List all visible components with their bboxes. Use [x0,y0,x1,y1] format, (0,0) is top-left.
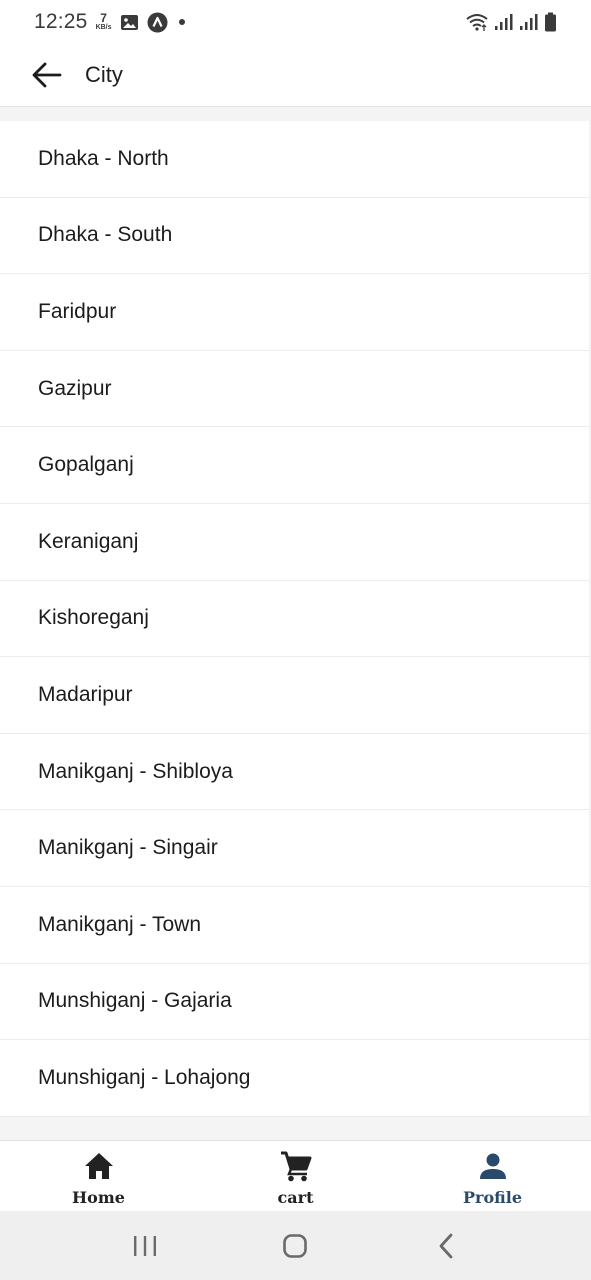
nav-item-home[interactable]: Home [0,1141,197,1211]
network-speed: 7 KB/s [96,12,112,31]
image-icon [120,14,139,31]
system-navigation-bar [0,1211,591,1280]
system-back-button[interactable] [416,1216,476,1276]
recent-apps-button[interactable] [115,1216,175,1276]
city-list-item[interactable]: Munshiganj - Gajaria [0,963,589,1041]
city-list-item[interactable]: Kishoreganj [0,580,589,658]
bottom-navigation: Home cart Profile [0,1140,591,1211]
app-a-icon [147,12,168,33]
cart-icon [279,1149,313,1183]
city-list-item[interactable]: Madaripur [0,657,589,734]
city-list-item[interactable]: Munshiganj - Lohajong [0,1040,589,1117]
city-list: Dhaka - North Dhaka - South Faridpur Gaz… [0,121,589,1117]
dot-icon [176,16,188,28]
signal-icon [519,13,539,31]
home-circle-icon [283,1233,308,1258]
nav-label-cart: cart [277,1188,314,1207]
back-button[interactable] [30,58,64,92]
city-list-item[interactable]: Manikganj - Singair [0,810,589,887]
city-list-item[interactable]: Dhaka - South [0,197,589,275]
chevron-left-icon [439,1233,453,1258]
network-speed-value: 7 [100,10,107,25]
city-selection-screen: 12:25 7 KB/s City Dhaka - North Dhaka - … [0,0,591,1280]
wifi-icon [465,12,489,32]
city-list-area[interactable]: Dhaka - North Dhaka - South Faridpur Gaz… [0,108,591,1140]
app-bar: City [0,44,591,107]
city-list-item[interactable]: Keraniganj [0,503,589,581]
page-title: City [85,62,123,87]
signal-icon [494,13,514,31]
nav-item-cart[interactable]: cart [197,1141,394,1211]
arrow-left-icon [32,62,62,88]
nav-label-profile: Profile [462,1188,523,1207]
battery-icon [544,12,557,32]
status-right [465,12,557,32]
status-time: 12:25 [34,10,88,33]
city-list-item[interactable]: Manikganj - Town [0,886,589,964]
person-icon [476,1149,510,1183]
network-speed-unit: KB/s [95,23,112,31]
nav-label-home: Home [72,1188,125,1207]
home-icon [82,1149,116,1183]
city-list-item[interactable]: Manikganj - Shibloya [0,733,589,811]
nav-item-profile[interactable]: Profile [394,1141,591,1211]
status-bar: 12:25 7 KB/s [0,0,591,44]
city-list-item[interactable]: Faridpur [0,274,589,351]
city-list-item[interactable]: Gazipur [0,350,589,428]
status-left: 12:25 7 KB/s [34,10,188,34]
home-system-button[interactable] [265,1216,325,1276]
city-list-item[interactable]: Gopalganj [0,427,589,504]
city-list-item[interactable]: Dhaka - North [0,121,589,198]
recent-apps-icon [134,1235,157,1256]
